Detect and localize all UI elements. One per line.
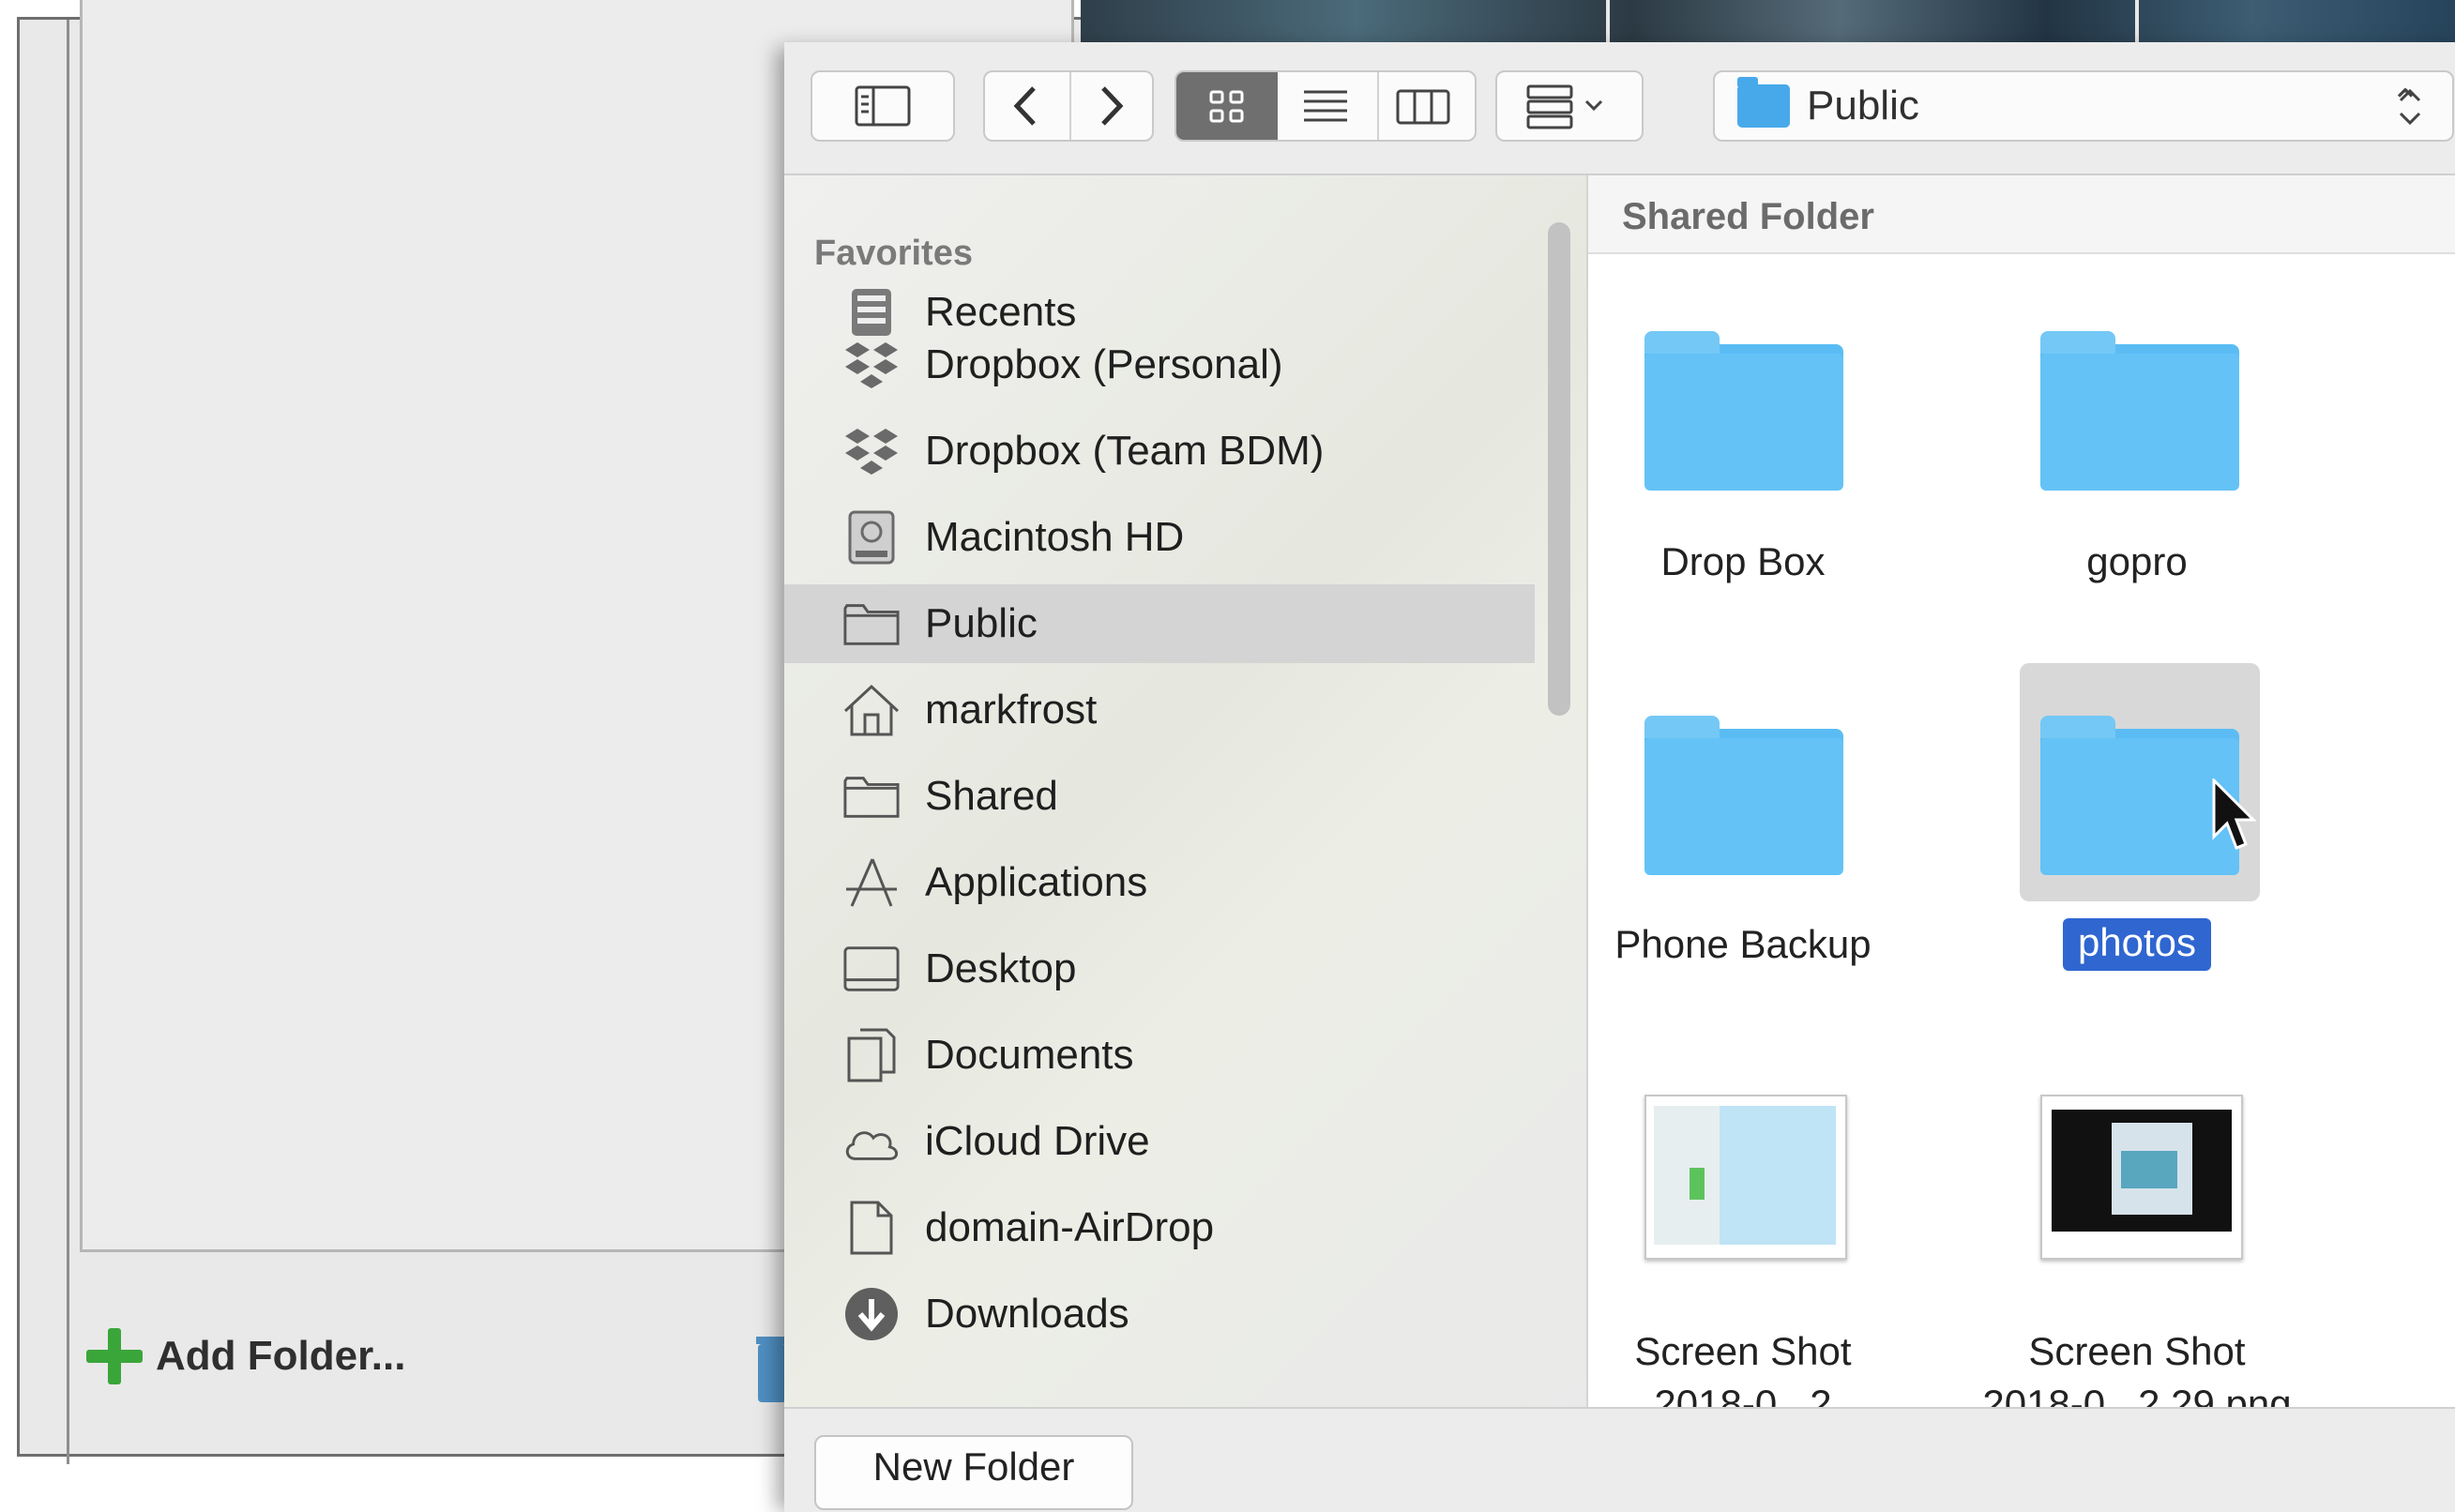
public-folder-icon bbox=[1737, 77, 1790, 128]
documents-icon bbox=[847, 1028, 896, 1082]
sidebar-item-macintosh-hd[interactable]: Macintosh HD bbox=[784, 498, 1535, 577]
thumbnail-map bbox=[1644, 1095, 1847, 1260]
sidebar-scrollbar[interactable] bbox=[1548, 222, 1570, 716]
dialog-footer: New Folder bbox=[784, 1407, 2455, 1512]
updown-arrows-icon bbox=[2399, 88, 2421, 126]
view-mode-group bbox=[1174, 70, 1477, 142]
back-icon[interactable] bbox=[1011, 85, 1039, 127]
sidebar-item-label: domain-AirDrop bbox=[925, 1204, 1215, 1250]
sidebar-item-label: Desktop bbox=[925, 945, 1077, 991]
file-item-gopro[interactable]: gopro bbox=[1982, 325, 2292, 583]
sidebar-toggle-button[interactable] bbox=[811, 70, 955, 142]
thumbnail-screen bbox=[2040, 1095, 2243, 1260]
sidebar-item-label: Public bbox=[925, 600, 1038, 646]
icon-view-icon[interactable] bbox=[1208, 89, 1246, 125]
folder-icon bbox=[843, 604, 900, 645]
sidebar-item-shared[interactable]: Shared bbox=[784, 757, 1535, 836]
sidebar-toggle-icon bbox=[855, 85, 911, 127]
sidebar-item-desktop[interactable]: Desktop bbox=[784, 930, 1535, 1008]
sidebar-item-label: Macintosh HD bbox=[925, 514, 1185, 560]
trash-icon[interactable] bbox=[756, 1337, 788, 1404]
new-folder-button[interactable]: New Folder bbox=[814, 1435, 1133, 1510]
sidebar-item-downloads[interactable]: Downloads bbox=[784, 1275, 1535, 1353]
home-icon bbox=[843, 684, 900, 736]
folder-title: Shared Folder bbox=[1622, 196, 1874, 237]
sidebar-item-public[interactable]: Public bbox=[784, 584, 1535, 663]
arrange-icon bbox=[1526, 84, 1603, 129]
file-item-label: Phone Backup bbox=[1614, 922, 1872, 966]
sidebar-item-documents[interactable]: Documents bbox=[784, 1016, 1535, 1095]
dropbox-icon bbox=[845, 342, 898, 388]
sidebar-item-label: Documents bbox=[925, 1032, 1134, 1078]
plus-icon bbox=[86, 1328, 143, 1384]
sidebar-item-label: iCloud Drive bbox=[925, 1118, 1150, 1164]
sidebar-item-dropbox-personal[interactable]: Dropbox (Personal) bbox=[784, 325, 1535, 404]
navigation-group bbox=[983, 70, 1154, 142]
file-item-screenshot-png[interactable]: Screen Shot 2018-0...2.29.png bbox=[1982, 1095, 2292, 1426]
file-item-label-wrap: photos bbox=[1982, 918, 2292, 971]
folder-icon bbox=[2040, 331, 2239, 491]
downloads-icon bbox=[845, 1288, 898, 1340]
path-popup-menu[interactable]: Public ⌃ bbox=[1713, 70, 2454, 142]
cloud-icon bbox=[845, 1131, 899, 1160]
sidebar-item-airdrop[interactable]: domain-AirDrop bbox=[784, 1188, 1535, 1267]
list-view-icon[interactable] bbox=[1302, 87, 1349, 125]
photo-strip bbox=[1081, 0, 2455, 42]
forward-icon[interactable] bbox=[1098, 85, 1126, 127]
file-item-phone-backup[interactable]: Phone Backup bbox=[1588, 710, 1898, 966]
folder-icon bbox=[1644, 331, 1843, 491]
sidebar-item-label: Shared bbox=[925, 773, 1058, 819]
add-folder-label: Add Folder... bbox=[156, 1333, 406, 1379]
file-browser: Shared Folder Drop Box gopro Phone Backu… bbox=[1588, 175, 2455, 1471]
sidebar: Favorites Recents Dropbox (Personal) Dro… bbox=[784, 175, 1586, 1451]
sidebar-item-dropbox-team[interactable]: Dropbox (Team BDM) bbox=[784, 412, 1535, 491]
dropbox-icon bbox=[845, 429, 898, 475]
arrange-button[interactable] bbox=[1495, 70, 1644, 142]
file-item-screenshot-psd[interactable]: Screen Shot 2018-0...2 (2).psd bbox=[1588, 1095, 1898, 1471]
desktop-icon bbox=[843, 946, 900, 991]
cursor-icon bbox=[2212, 779, 2257, 850]
folder-icon bbox=[843, 777, 900, 818]
file-item-label: gopro bbox=[2086, 539, 2188, 583]
folder-icon bbox=[1644, 716, 1843, 875]
file-item-label-line1: Screen Shot bbox=[1634, 1329, 1852, 1373]
file-item-label: Drop Box bbox=[1660, 539, 1826, 583]
file-item-label: photos bbox=[2062, 918, 2212, 971]
sidebar-item-icloud-drive[interactable]: iCloud Drive bbox=[784, 1102, 1535, 1181]
file-item-drop-box[interactable]: Drop Box bbox=[1588, 325, 1898, 583]
content-header: Shared Folder bbox=[1588, 175, 2455, 254]
sidebar-item-applications[interactable]: Applications bbox=[784, 843, 1535, 922]
sidebar-item-label: Dropbox (Personal) bbox=[925, 341, 1283, 387]
dialog-toolbar: Public ⌃ bbox=[784, 42, 2455, 175]
add-folder-button[interactable]: Add Folder... bbox=[86, 1328, 405, 1384]
sidebar-item-markfrost[interactable]: markfrost bbox=[784, 671, 1535, 749]
file-item-label-line1: Screen Shot bbox=[2028, 1329, 2246, 1373]
hard-drive-icon bbox=[848, 510, 895, 565]
sidebar-item-label: Dropbox (Team BDM) bbox=[925, 428, 1325, 474]
path-label: Public bbox=[1807, 83, 1919, 129]
open-dialog: Public ⌃ Favorites Recents Dropbox (Pers… bbox=[784, 42, 2455, 1512]
sidebar-item-label: Downloads bbox=[925, 1291, 1129, 1337]
sidebar-item-label: markfrost bbox=[925, 687, 1098, 733]
document-icon bbox=[850, 1201, 893, 1255]
applications-icon bbox=[846, 858, 897, 907]
sidebar-header: Favorites bbox=[814, 234, 973, 273]
column-view-icon[interactable] bbox=[1396, 89, 1450, 125]
sidebar-item-label: Applications bbox=[925, 859, 1148, 905]
